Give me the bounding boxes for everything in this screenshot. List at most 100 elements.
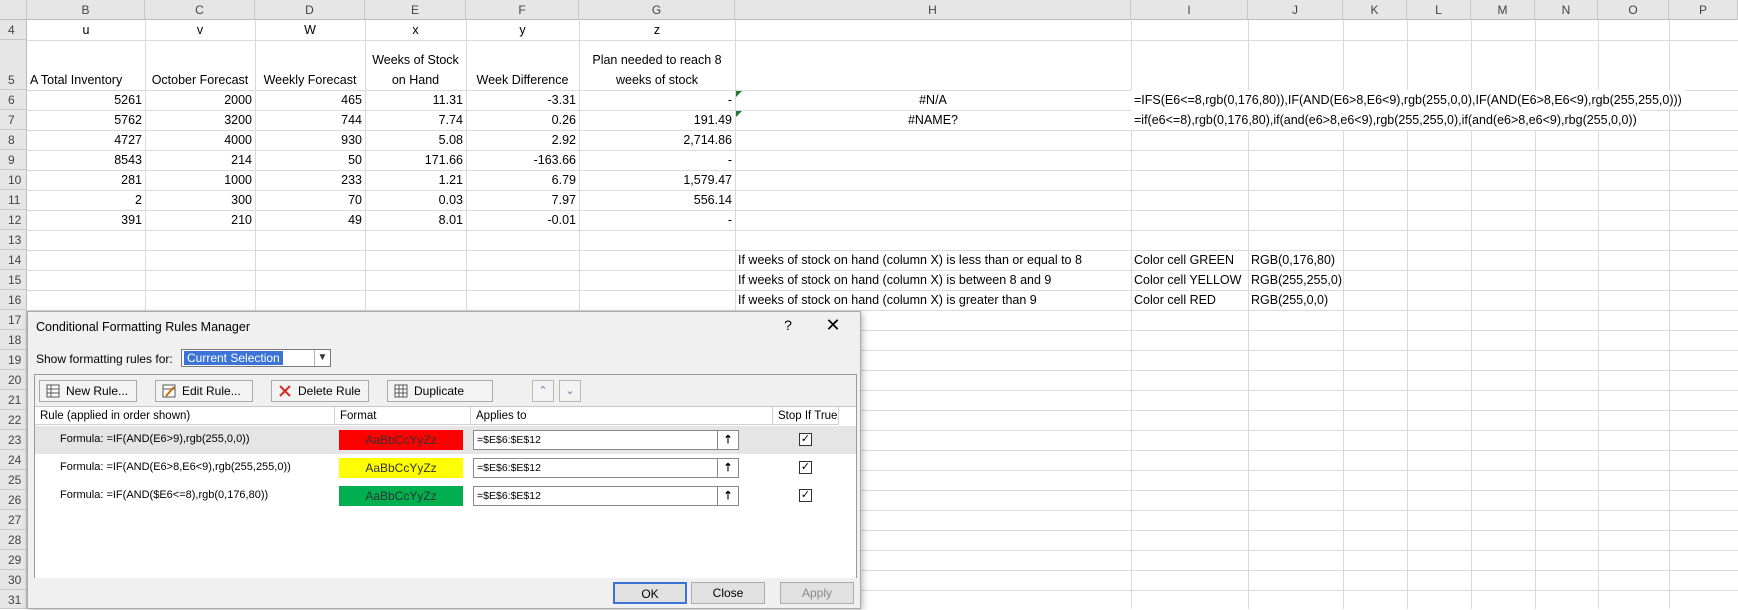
cell-j16[interactable]: RGB(255,0,0) — [1248, 290, 1343, 310]
cell-g4[interactable]: z — [579, 20, 735, 40]
duplicate-rule-button[interactable]: Duplicate Rule — [387, 380, 493, 418]
row-header-20[interactable]: 20 — [0, 370, 27, 390]
edit-rule-button[interactable]: Edit Rule... — [155, 380, 253, 402]
cell-h16[interactable]: If weeks of stock on hand (column X) is … — [735, 290, 1131, 310]
cell-e5-line1[interactable]: Weeks of Stock — [365, 50, 466, 70]
cell-e4[interactable]: x — [365, 20, 466, 40]
range-select-icon[interactable]: ⇡ — [717, 459, 738, 477]
new-rule-button[interactable]: New Rule... — [39, 380, 137, 402]
cell-f4[interactable]: y — [466, 20, 579, 40]
row-header-19[interactable]: 19 — [0, 350, 27, 370]
col-header-h[interactable]: H — [735, 0, 1131, 20]
rule-row[interactable]: Formula: =IF(AND(E6>8,E6<9),rgb(255,255,… — [35, 454, 856, 482]
row-header-26[interactable]: 26 — [0, 490, 27, 510]
row-header-27[interactable]: 27 — [0, 510, 27, 530]
applies-to-input[interactable]: =$E$6:$E$12 ⇡ — [473, 430, 739, 450]
cell-d4[interactable]: W — [255, 20, 365, 40]
row-header-6[interactable]: 6 — [0, 90, 27, 110]
cell-f8[interactable]: 2.92 — [466, 130, 579, 150]
row-header-13[interactable]: 13 — [0, 230, 27, 250]
cell-j15[interactable]: RGB(255,255,0) — [1248, 270, 1343, 290]
applies-to-input[interactable]: =$E$6:$E$12 ⇡ — [473, 486, 739, 506]
cell-i16[interactable]: Color cell RED — [1131, 290, 1248, 310]
cell-c5[interactable]: October Forecast — [145, 70, 255, 90]
col-header-o[interactable]: O — [1598, 0, 1669, 20]
cell-e5-line2[interactable]: on Hand — [365, 70, 466, 90]
cell-h6[interactable]: #N/A — [735, 90, 1131, 110]
cell-f9[interactable]: -163.66 — [466, 150, 579, 170]
cell-c4[interactable]: v — [145, 20, 255, 40]
cell-i7[interactable]: =if(e6<=8),rgb(0,176,80),if(and(e6>8,e6<… — [1131, 110, 1640, 130]
cell-c8[interactable]: 4000 — [145, 130, 255, 150]
col-header-g[interactable]: G — [579, 0, 735, 20]
col-header-f[interactable]: F — [466, 0, 579, 20]
rule-row[interactable]: Formula: =IF(AND($E6<=8),rgb(0,176,80)) … — [35, 482, 856, 510]
col-header-i[interactable]: I — [1131, 0, 1248, 20]
row-header-15[interactable]: 15 — [0, 270, 27, 290]
cell-b8[interactable]: 4727 — [27, 130, 145, 150]
chevron-down-icon[interactable]: ▼ — [314, 350, 330, 366]
cell-f7[interactable]: 0.26 — [466, 110, 579, 130]
row-header-16[interactable]: 16 — [0, 290, 27, 310]
col-header-e[interactable]: E — [365, 0, 466, 20]
cell-c6[interactable]: 2000 — [145, 90, 255, 110]
row-header-22[interactable]: 22 — [0, 410, 27, 430]
move-down-button[interactable]: ⌄ — [559, 380, 581, 402]
row-header-29[interactable]: 29 — [0, 550, 27, 570]
col-header-p[interactable]: P — [1669, 0, 1738, 20]
select-all-corner[interactable] — [0, 0, 27, 20]
cell-d10[interactable]: 233 — [255, 170, 365, 190]
cell-d6[interactable]: 465 — [255, 90, 365, 110]
col-header-c[interactable]: C — [145, 0, 255, 20]
row-header-12[interactable]: 12 — [0, 210, 27, 230]
stop-if-true-checkbox[interactable]: ✓ — [799, 489, 812, 502]
close-icon[interactable]: ✕ — [822, 315, 844, 336]
cell-e12[interactable]: 8.01 — [365, 210, 466, 230]
close-button[interactable]: Close — [691, 582, 765, 604]
col-header-j[interactable]: J — [1248, 0, 1343, 20]
stop-if-true-checkbox[interactable]: ✓ — [799, 461, 812, 474]
cell-d8[interactable]: 930 — [255, 130, 365, 150]
cell-d12[interactable]: 49 — [255, 210, 365, 230]
cell-h14[interactable]: If weeks of stock on hand (column X) is … — [735, 250, 1131, 270]
apply-button[interactable]: Apply — [780, 582, 854, 604]
cell-c7[interactable]: 3200 — [145, 110, 255, 130]
row-header-25[interactable]: 25 — [0, 470, 27, 490]
applies-to-input[interactable]: =$E$6:$E$12 ⇡ — [473, 458, 739, 478]
cell-h7[interactable]: #NAME? — [735, 110, 1131, 130]
cell-f10[interactable]: 6.79 — [466, 170, 579, 190]
row-header-5[interactable]: 5 — [0, 40, 27, 90]
cell-g5-line2[interactable]: weeks of stock — [579, 70, 735, 90]
cell-b10[interactable]: 281 — [27, 170, 145, 190]
cell-b7[interactable]: 5762 — [27, 110, 145, 130]
cell-f5[interactable]: Week Difference — [466, 70, 579, 90]
cell-f6[interactable]: -3.31 — [466, 90, 579, 110]
cell-i14[interactable]: Color cell GREEN — [1131, 250, 1248, 270]
col-header-n[interactable]: N — [1535, 0, 1598, 20]
cell-b4[interactable]: u — [27, 20, 145, 40]
row-header-4[interactable]: 4 — [0, 20, 27, 40]
col-header-d[interactable]: D — [255, 0, 365, 20]
cell-c11[interactable]: 300 — [145, 190, 255, 210]
cell-g5-line1[interactable]: Plan needed to reach 8 — [579, 50, 735, 70]
row-header-10[interactable]: 10 — [0, 170, 27, 190]
cell-d7[interactable]: 744 — [255, 110, 365, 130]
cell-g8[interactable]: 2,714.86 — [579, 130, 735, 150]
cell-d11[interactable]: 70 — [255, 190, 365, 210]
ok-button[interactable]: OK — [613, 582, 687, 604]
row-header-8[interactable]: 8 — [0, 130, 27, 150]
row-header-7[interactable]: 7 — [0, 110, 27, 130]
range-select-icon[interactable]: ⇡ — [717, 487, 738, 505]
cell-g6[interactable]: - — [579, 90, 735, 110]
cell-e10[interactable]: 1.21 — [365, 170, 466, 190]
cell-d5[interactable]: Weekly Forecast — [255, 70, 365, 90]
cell-h15[interactable]: If weeks of stock on hand (column X) is … — [735, 270, 1131, 290]
cell-g11[interactable]: 556.14 — [579, 190, 735, 210]
cell-e11[interactable]: 0.03 — [365, 190, 466, 210]
cell-b9[interactable]: 8543 — [27, 150, 145, 170]
cell-b5[interactable]: A Total Inventory — [27, 70, 145, 90]
row-header-11[interactable]: 11 — [0, 190, 27, 210]
cell-g9[interactable]: - — [579, 150, 735, 170]
move-up-button[interactable]: ⌃ — [532, 380, 554, 402]
stop-if-true-checkbox[interactable]: ✓ — [799, 433, 812, 446]
